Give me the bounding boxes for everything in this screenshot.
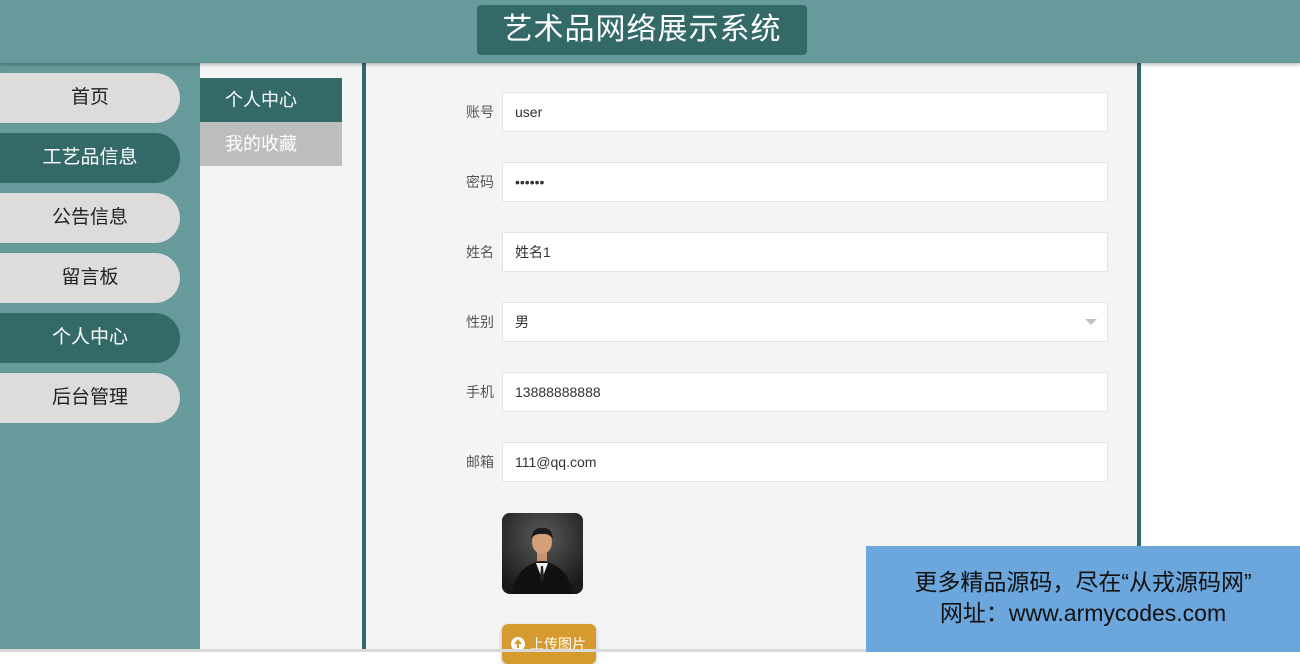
- top-bar: 艺术品网络展示系统: [0, 0, 1300, 63]
- phone-label: 手机: [466, 384, 494, 400]
- sub-navigation: 个人中心 我的收藏: [200, 63, 362, 652]
- chevron-down-icon: [1085, 319, 1097, 325]
- password-input[interactable]: ••••••: [502, 162, 1108, 202]
- password-row: 密码 ••••••: [366, 162, 1137, 202]
- gender-row: 性别 男: [366, 302, 1137, 342]
- gender-select-value: 男: [515, 314, 529, 330]
- email-input[interactable]: 111@qq.com: [502, 442, 1108, 482]
- promo-banner: 更多精品源码，尽在“从戎源码网” 网址：www.armycodes.com: [866, 546, 1300, 652]
- email-label: 邮箱: [466, 454, 494, 470]
- account-row: 账号 user: [366, 92, 1137, 132]
- nav-item-notices[interactable]: 公告信息: [0, 193, 180, 243]
- nav-item-home[interactable]: 首页: [0, 73, 180, 123]
- avatar-portrait-image: [502, 513, 583, 594]
- left-navigation: 首页 工艺品信息 公告信息 留言板 个人中心 后台管理: [0, 63, 200, 652]
- email-row: 邮箱 111@qq.com: [366, 442, 1137, 482]
- nav-item-admin[interactable]: 后台管理: [0, 373, 180, 423]
- nav-item-crafts[interactable]: 工艺品信息: [0, 133, 180, 183]
- subnav-item-favorites[interactable]: 我的收藏: [200, 122, 342, 166]
- account-input[interactable]: user: [502, 92, 1108, 132]
- site-title: 艺术品网络展示系统: [477, 5, 807, 55]
- name-row: 姓名 姓名1: [366, 232, 1137, 272]
- name-input[interactable]: 姓名1: [502, 232, 1108, 272]
- gender-select[interactable]: 男: [502, 302, 1108, 342]
- phone-input[interactable]: 13888888888: [502, 372, 1108, 412]
- upload-image-button[interactable]: 上传图片: [502, 624, 596, 664]
- password-label: 密码: [466, 174, 494, 190]
- banner-line-2: 网址：www.armycodes.com: [939, 600, 1227, 626]
- nav-item-personal-center[interactable]: 个人中心: [0, 313, 180, 363]
- gender-label: 性别: [466, 314, 494, 330]
- avatar: [502, 513, 583, 594]
- account-label: 账号: [466, 104, 494, 120]
- nav-item-message-board[interactable]: 留言板: [0, 253, 180, 303]
- phone-row: 手机 13888888888: [366, 372, 1137, 412]
- banner-line-1: 更多精品源码，尽在“从戎源码网”: [914, 569, 1252, 595]
- name-label: 姓名: [466, 244, 494, 260]
- subnav-item-personal-center[interactable]: 个人中心: [200, 78, 342, 122]
